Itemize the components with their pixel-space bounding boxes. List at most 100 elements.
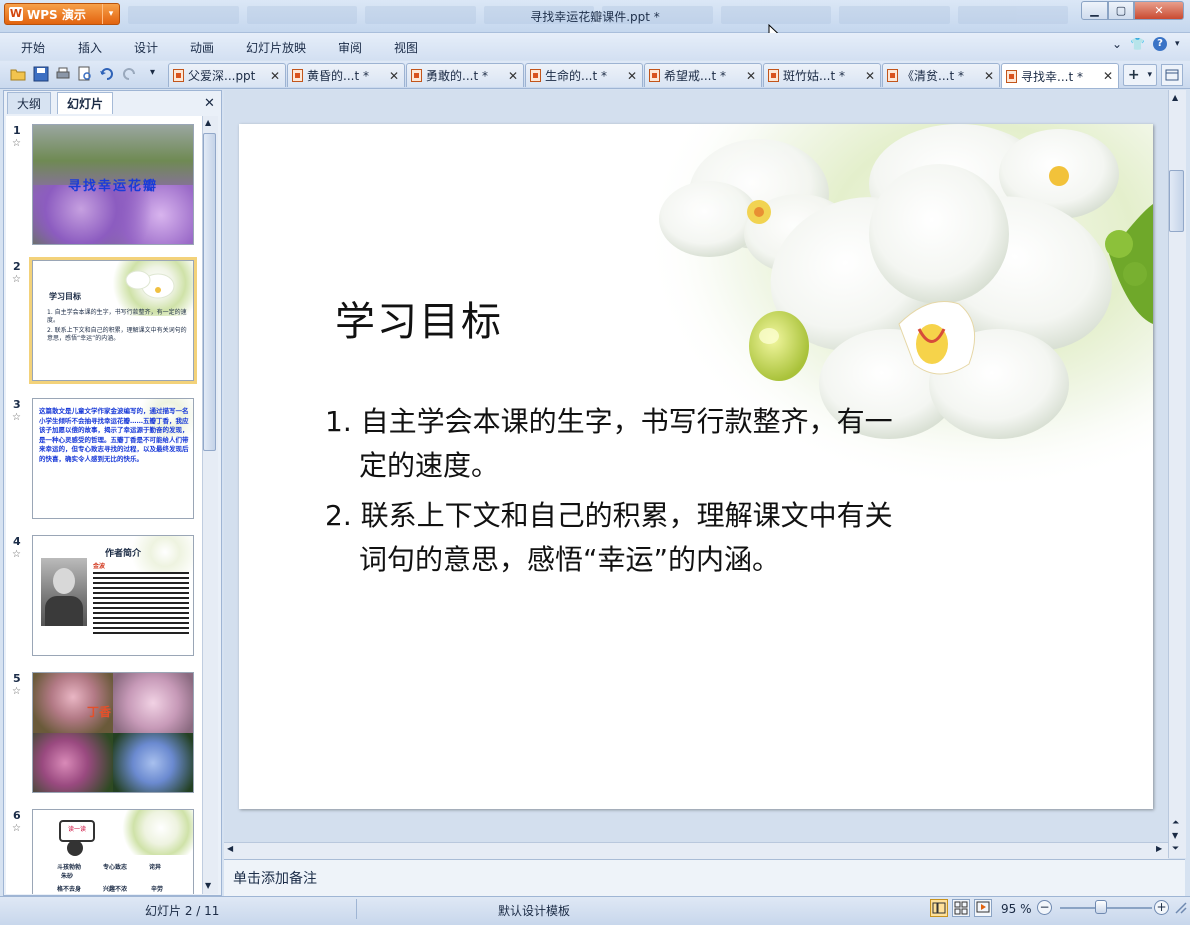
thumbnail-scroll-thumb[interactable] [203,133,216,451]
close-tab-icon[interactable]: ✕ [269,69,281,83]
menu-home[interactable]: 开始 [21,39,45,56]
chevron-down-icon[interactable]: ▾ [1148,70,1153,80]
open-folder-icon[interactable] [10,66,26,82]
wps-logo-icon: W [9,7,23,21]
close-tab-icon[interactable]: ✕ [864,69,876,83]
app-name: WPS 演示 [27,7,86,22]
doc-tab-active[interactable]: 寻找幸...t * ✕ [1001,63,1119,88]
print-icon[interactable] [55,66,71,82]
scroll-down-icon[interactable]: ▼ [205,881,211,890]
scroll-down-icon[interactable]: ▼ [1172,831,1178,840]
close-tab-icon[interactable]: ✕ [507,69,519,83]
slide-number: 5 [13,672,21,685]
slide-canvas[interactable]: 学习目标 1. 自主学会本课的生字，书写行款整齐，有一 定的速度。 2. 联系上… [239,124,1153,809]
zoom-out-button[interactable]: − [1037,900,1052,915]
slide-scroll-thumb[interactable] [1169,170,1184,232]
doc-tab[interactable]: 黄昏的...t * ✕ [287,63,405,87]
close-tab-icon[interactable]: ✕ [388,69,400,83]
author-photo [41,558,87,626]
doc-tab[interactable]: 父爱深...ppt ✕ [168,63,286,87]
close-tab-icon[interactable]: ✕ [983,69,995,83]
orchid-thumb-icon [125,270,175,299]
scroll-up-icon[interactable]: ▲ [1172,93,1178,102]
slide-thumbnail-3[interactable]: 这篇散文是儿童文学作家金波编写的，通过描写一名小学生倾听不会抽寻找幸运花瓣……五… [32,398,194,519]
slide-number: 4 [13,535,21,548]
menu-design[interactable]: 设计 [134,39,158,56]
save-icon[interactable] [33,66,49,82]
print-preview-icon[interactable] [77,66,93,82]
wps-app-menu-button[interactable]: W WPS 演示 ▾ [4,3,120,25]
slide-number: 6 [13,809,21,822]
objective-1-line-2[interactable]: 定的速度。 [359,444,499,488]
notes-pane[interactable] [224,859,1185,896]
normal-view-button[interactable] [930,899,948,917]
animation-star-icon: ☆ [12,138,21,149]
slide-thumbnail-2-selected[interactable]: 学习目标 1. 自主学会本课的生字，书写行款整齐，有一定的速度。 2. 联系上下… [29,257,197,384]
close-tab-icon[interactable]: ✕ [745,69,757,83]
close-tab-icon[interactable]: ✕ [1102,69,1114,83]
next-slide-icon[interactable]: ⏷ [1172,844,1179,854]
close-tab-icon[interactable]: ✕ [626,69,638,83]
thumb-sign: 读一读 [59,820,95,842]
notes-placeholder[interactable]: 单击添加备注 [233,868,317,888]
panel-tabs: 大纲 幻灯片 [5,92,219,114]
menu-slideshow[interactable]: 幻灯片放映 [246,39,306,56]
slide-sorter-button[interactable] [952,899,970,917]
maximize-button[interactable]: ▢ [1108,1,1134,20]
objective-2-line-1[interactable]: 2. 联系上下文和自己的积累，理解课文中有关 [325,494,893,538]
help-dropdown-icon[interactable]: ▾ [1175,39,1180,49]
tab-outline[interactable]: 大纲 [7,92,52,114]
ppt-file-icon [411,69,422,82]
doc-tab[interactable]: 勇敢的...t * ✕ [406,63,524,87]
author-bio-text-block [93,572,189,636]
slide-thumbnail-6[interactable]: 读一读 斗孩勃勃 专心致志 诧异 朱砂 格不去身 兴趣不浓 辛劳 [32,809,194,894]
doc-tab[interactable]: 斑竹姑...t * ✕ [763,63,881,87]
slide-thumbnail-4[interactable]: 作者简介 金波 [32,535,194,656]
undo-icon[interactable] [99,66,115,82]
zoom-in-button[interactable]: + [1154,900,1169,915]
scroll-right-icon[interactable]: ▶ [1156,844,1162,853]
close-panel-icon[interactable]: ✕ [204,96,215,111]
slide-title[interactable]: 学习目标 [335,289,503,347]
scroll-up-icon[interactable]: ▲ [205,118,211,127]
slide-thumbnail-1[interactable]: 寻找幸运花瓣 [32,124,194,245]
menu-right-tools: ⌄ 👕 ? ▾ [1112,37,1180,51]
menu-view[interactable]: 视图 [394,39,418,56]
collapse-ribbon-icon[interactable]: ⌄ [1112,37,1122,51]
doc-tab[interactable]: 《清贫...t * ✕ [882,63,1000,87]
help-icon[interactable]: ? [1153,37,1168,51]
normal-view-icon [932,902,946,914]
menu-review[interactable]: 审阅 [338,39,362,56]
redo-icon[interactable] [121,66,137,82]
doc-tab[interactable]: 生命的...t * ✕ [525,63,643,87]
slide-horizontal-scrollbar[interactable] [224,842,1168,859]
animation-star-icon: ☆ [12,274,21,285]
ppt-file-icon [530,69,541,82]
design-template-name[interactable]: 默认设计模板 [498,902,570,919]
zoom-slider-handle[interactable] [1095,900,1107,914]
fit-window-icon[interactable] [1173,900,1189,916]
slide-indicator: 幻灯片 2 / 11 [145,904,220,918]
menu-animation[interactable]: 动画 [190,39,214,56]
scroll-left-icon[interactable]: ◀ [227,844,233,853]
animation-star-icon: ☆ [12,823,21,834]
thumb-text: 这篇散文是儿童文学作家金波编写的，通过描写一名小学生倾听不会抽寻找幸运花瓣……五… [39,407,189,463]
objective-2-line-2[interactable]: 词句的意思，感悟“幸运”的内涵。 [359,538,780,582]
minimize-button[interactable]: ▁ [1081,1,1108,20]
objective-1-line-1[interactable]: 1. 自主学会本课的生字，书写行款整齐，有一 [325,400,893,444]
zoom-level[interactable]: 95 % [1001,902,1032,916]
new-tab-button[interactable]: + ▾ [1123,64,1157,86]
toolbar-customize-icon[interactable]: ▾ [150,67,155,78]
slideshow-button[interactable] [974,899,992,917]
skin-shirt-icon[interactable]: 👕 [1130,37,1145,51]
slide-number: 2 [13,260,21,273]
tab-list-button[interactable] [1161,64,1183,86]
doc-tab[interactable]: 希望戒...t * ✕ [644,63,762,87]
previous-slide-icon[interactable]: ⏶ [1172,818,1179,828]
slide-number: 1 [13,124,21,137]
slide-thumbnail-5[interactable]: 丁香 [32,672,194,793]
close-window-button[interactable]: ✕ [1134,1,1184,20]
chevron-down-icon[interactable]: ▾ [102,4,119,24]
menu-insert[interactable]: 插入 [78,39,102,56]
tab-slides[interactable]: 幻灯片 [57,92,114,114]
